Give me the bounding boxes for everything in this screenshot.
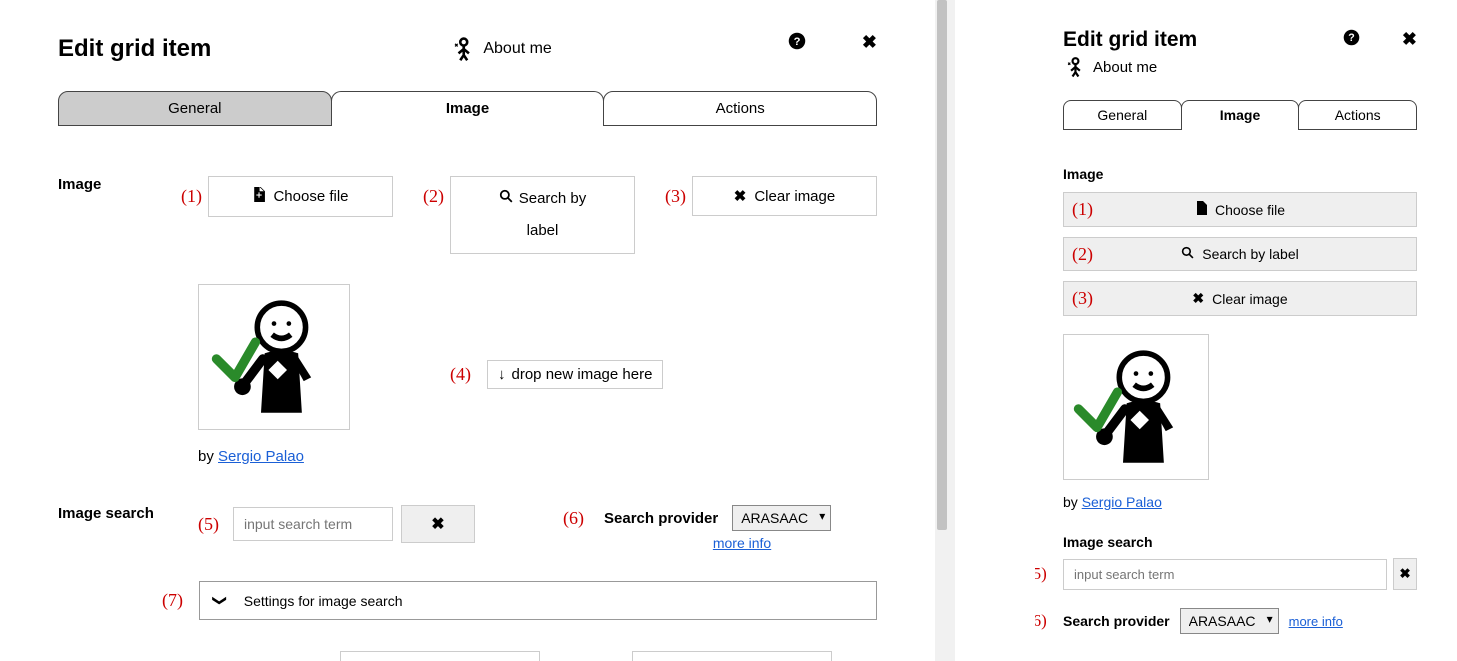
annotation-1: (1) bbox=[181, 186, 202, 207]
choose-file-button[interactable]: (1) Choose file bbox=[1063, 192, 1417, 227]
image-label: Image bbox=[58, 176, 181, 193]
person-icon bbox=[1063, 56, 1085, 78]
image-section: Image (1) Choose file (2) bbox=[58, 176, 877, 254]
close-icon[interactable]: ✖ bbox=[862, 32, 877, 55]
image-search-label: Image search bbox=[1063, 534, 1417, 550]
preview-row: by Sergio Palao (4) ↓ drop new image her… bbox=[58, 284, 877, 465]
image-preview bbox=[1063, 334, 1209, 480]
annotation-7: (7) bbox=[162, 590, 183, 611]
annotation-6: (6) bbox=[563, 508, 584, 529]
help-icon[interactable]: ? bbox=[788, 32, 806, 55]
times-icon: ✖ bbox=[1192, 290, 1204, 307]
clear-image-button[interactable]: (3) ✖ Clear image bbox=[1063, 281, 1417, 316]
file-icon bbox=[252, 187, 265, 206]
tab-general[interactable]: General bbox=[1063, 100, 1182, 130]
close-icon[interactable]: ✖ bbox=[1402, 29, 1417, 51]
annotation-3: (3) bbox=[1072, 288, 1093, 309]
search-input[interactable] bbox=[1063, 559, 1387, 590]
file-icon bbox=[1195, 201, 1207, 218]
tabs: General Image Actions bbox=[1063, 100, 1417, 130]
image-attribution: by Sergio Palao bbox=[1063, 494, 1417, 510]
annotation-2: (2) bbox=[1072, 244, 1093, 265]
about-me-label: About me bbox=[449, 36, 551, 62]
tab-image[interactable]: Image bbox=[331, 91, 605, 126]
times-icon: ✖ bbox=[1399, 566, 1410, 582]
annotation-4: (4) bbox=[450, 364, 471, 385]
search-icon bbox=[499, 187, 513, 211]
header: Edit grid item About me ? ✖ bbox=[58, 35, 877, 63]
search-icon bbox=[1181, 246, 1194, 262]
left-panel: Edit grid item About me ? ✖ General Imag… bbox=[0, 0, 935, 661]
annotation-1: (1) bbox=[1072, 199, 1093, 220]
more-info-link[interactable]: more info bbox=[1289, 614, 1343, 629]
provider-select[interactable]: ARASAAC bbox=[732, 505, 831, 531]
drop-area[interactable]: ↓ drop new image here bbox=[487, 360, 663, 389]
about-me-label: About me bbox=[1063, 56, 1417, 78]
clear-search-button[interactable]: ✖ bbox=[401, 505, 475, 543]
svg-text:?: ? bbox=[1348, 32, 1354, 44]
search-by-label-button[interactable]: Search by label bbox=[450, 176, 635, 254]
help-icon[interactable]: ? bbox=[1343, 29, 1360, 51]
svg-text:?: ? bbox=[793, 36, 800, 48]
page-title: Edit grid item bbox=[58, 35, 211, 63]
search-by-label-button[interactable]: (2) Search by label bbox=[1063, 237, 1417, 271]
image-preview bbox=[198, 284, 350, 430]
annotation-5: (5) bbox=[198, 514, 219, 535]
image-search-label: Image search bbox=[58, 505, 198, 522]
annotation-3: (3) bbox=[665, 186, 686, 207]
person-icon bbox=[449, 36, 475, 62]
arrow-down-icon: ↓ bbox=[498, 366, 506, 383]
right-panel: Edit grid item ? ✖ About me General Imag… bbox=[1035, 0, 1445, 661]
settings-row: (7) ❯ Settings for image search bbox=[58, 581, 877, 620]
annotation-6: (6) bbox=[1035, 611, 1047, 631]
scrollbar-thumb[interactable] bbox=[937, 0, 947, 530]
times-icon: ✖ bbox=[431, 514, 444, 534]
more-info-link[interactable]: more info bbox=[713, 535, 771, 551]
image-attribution: by Sergio Palao bbox=[198, 448, 350, 465]
page-title: Edit grid item bbox=[1063, 28, 1197, 52]
search-input[interactable] bbox=[233, 507, 393, 541]
tab-actions[interactable]: Actions bbox=[603, 91, 877, 126]
choose-file-button[interactable]: Choose file bbox=[208, 176, 393, 217]
chevron-down-icon: ❯ bbox=[211, 595, 228, 607]
tab-image[interactable]: Image bbox=[1181, 100, 1300, 130]
image-search-row: Image search (5) ✖ (6) Search provider A… bbox=[58, 505, 877, 551]
cutoff-buttons bbox=[340, 651, 832, 661]
tabs: General Image Actions bbox=[58, 91, 877, 126]
tab-actions[interactable]: Actions bbox=[1298, 100, 1417, 130]
times-icon: ✖ bbox=[734, 187, 747, 205]
tab-general[interactable]: General bbox=[58, 91, 332, 126]
scrollbar[interactable] bbox=[935, 0, 955, 661]
annotation-5: (5) bbox=[1035, 564, 1047, 584]
provider-label: Search provider bbox=[1063, 613, 1170, 629]
image-label: Image bbox=[1063, 166, 1417, 182]
clear-image-button[interactable]: ✖ Clear image bbox=[692, 176, 877, 216]
author-link[interactable]: Sergio Palao bbox=[218, 448, 304, 465]
provider-select[interactable]: ARASAAC bbox=[1180, 608, 1279, 634]
annotation-2: (2) bbox=[423, 186, 444, 207]
author-link[interactable]: Sergio Palao bbox=[1082, 494, 1162, 510]
clear-search-button[interactable]: ✖ bbox=[1393, 558, 1417, 590]
settings-toggle[interactable]: ❯ Settings for image search bbox=[199, 581, 877, 620]
provider-label: Search provider bbox=[604, 510, 718, 527]
